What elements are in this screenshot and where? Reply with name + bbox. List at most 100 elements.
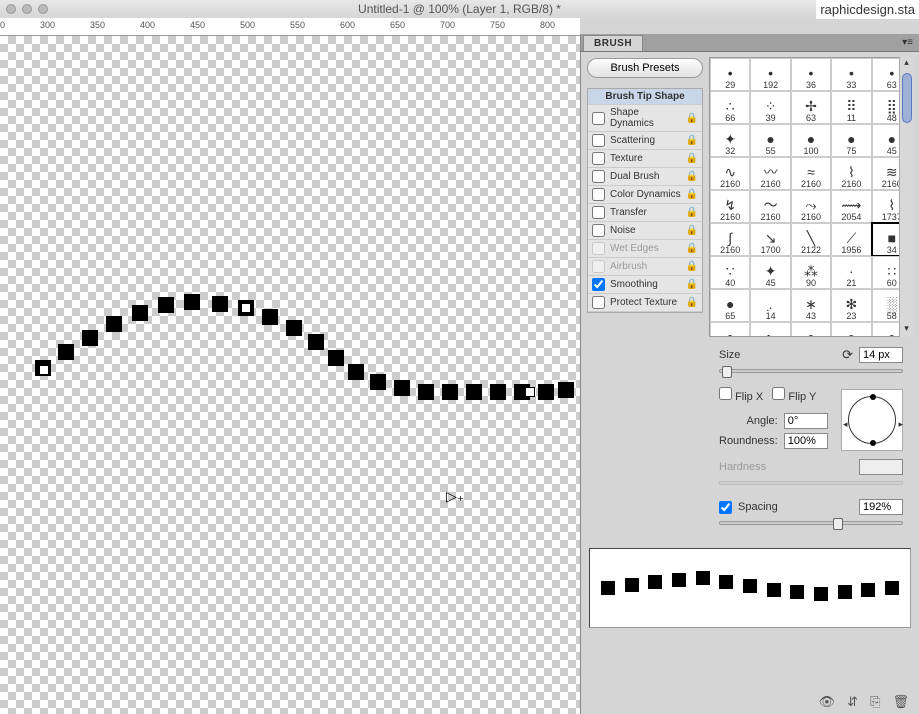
lock-icon[interactable]: 🔒 [686, 243, 698, 254]
brush-grid-scrollbar[interactable]: ▴ ▾ [899, 57, 913, 337]
flip-x-checkbox[interactable] [719, 387, 732, 400]
brush-swatch[interactable]: 〜2160 [750, 190, 790, 223]
brush-swatch[interactable]: ∗43 [791, 289, 831, 322]
brush-option-shape-dynamics[interactable]: Shape Dynamics🔒 [588, 105, 702, 132]
brush-swatch[interactable]: ≈2160 [791, 157, 831, 190]
brush-swatch[interactable]: ⌇2160 [831, 157, 871, 190]
size-input[interactable] [859, 347, 903, 363]
brush-option-wet-edges[interactable]: Wet Edges🔒 [588, 240, 702, 258]
brush-option-transfer[interactable]: Transfer🔒 [588, 204, 702, 222]
brush-swatch[interactable]: ●21 [791, 322, 831, 337]
brush-option-protect-texture[interactable]: Protect Texture🔒 [588, 294, 702, 312]
brush-swatch[interactable]: ⤳2160 [791, 190, 831, 223]
brush-option-color-dynamics[interactable]: Color Dynamics🔒 [588, 186, 702, 204]
brush-swatch[interactable]: 〰2160 [750, 157, 790, 190]
option-checkbox[interactable] [592, 278, 605, 291]
brush-swatch[interactable]: •36 [791, 58, 831, 91]
lock-icon[interactable]: 🔒 [686, 225, 698, 236]
brush-swatch[interactable]: ●75 [831, 124, 871, 157]
brush-swatch[interactable]: ⠿11 [831, 91, 871, 124]
brush-swatch[interactable]: ⁂90 [791, 256, 831, 289]
brush-swatch[interactable]: ✦45 [750, 256, 790, 289]
size-slider[interactable] [719, 369, 903, 373]
option-checkbox[interactable] [592, 112, 605, 125]
brush-swatch[interactable]: ↘1700 [750, 223, 790, 256]
trash-icon[interactable]: 🗑 [892, 694, 909, 710]
angle-widget[interactable]: ◂ ▸ [841, 389, 903, 451]
scrollbar-thumb[interactable] [902, 73, 912, 123]
path-anchor[interactable] [241, 303, 251, 313]
spacing-slider[interactable] [719, 521, 903, 525]
brush-swatch[interactable]: ╲2122 [791, 223, 831, 256]
brush-swatch[interactable]: •192 [750, 58, 790, 91]
brush-grid[interactable]: •29•192•36•33•63∴66⁘39✢63⠿11⣿48✦32●55●10… [709, 57, 913, 337]
option-checkbox[interactable] [592, 152, 605, 165]
brush-presets-button[interactable]: Brush Presets [587, 58, 703, 78]
brush-swatch[interactable]: •33 [831, 58, 871, 91]
lock-icon[interactable]: 🔒 [686, 171, 698, 182]
option-checkbox[interactable] [592, 134, 605, 147]
flip-y-checkbox[interactable] [772, 387, 785, 400]
brush-swatch[interactable]: ●65 [710, 289, 750, 322]
path-anchor[interactable] [39, 365, 49, 375]
brush-swatch[interactable]: ✻23 [831, 289, 871, 322]
lock-icon[interactable]: 🔒 [686, 279, 698, 290]
ruler-horizontal[interactable]: 0501001502002503003504004505005506006507… [0, 18, 580, 36]
brush-option-texture[interactable]: Texture🔒 [588, 150, 702, 168]
brush-swatch[interactable]: ∫2160 [710, 223, 750, 256]
scroll-up-icon[interactable]: ▴ [901, 57, 913, 71]
panel-menu-icon[interactable]: ▾≡ [902, 37, 913, 48]
reset-size-icon[interactable]: ⟳ [842, 347, 853, 363]
brush-swatch[interactable]: •29 [710, 58, 750, 91]
brush-swatch[interactable]: ⠂59 [750, 322, 790, 337]
new-brush-icon[interactable]: ⎘ [870, 694, 880, 710]
brush-swatch[interactable]: ⟿2054 [831, 190, 871, 223]
brush-swatch[interactable]: ↯2160 [710, 190, 750, 223]
lock-icon[interactable]: 🔒 [686, 261, 698, 272]
minimize-icon[interactable] [22, 4, 32, 14]
option-checkbox[interactable] [592, 170, 605, 183]
path-anchor[interactable] [525, 387, 535, 397]
brush-swatch[interactable]: .̣14 [750, 289, 790, 322]
option-checkbox[interactable] [592, 242, 605, 255]
option-checkbox[interactable] [592, 260, 605, 273]
brush-option-dual-brush[interactable]: Dual Brush🔒 [588, 168, 702, 186]
brush-option-smoothing[interactable]: Smoothing🔒 [588, 276, 702, 294]
angle-input[interactable] [784, 413, 828, 429]
lock-icon[interactable]: 🔒 [686, 135, 698, 146]
roundness-input[interactable] [784, 433, 828, 449]
brush-swatch[interactable]: ⁘39 [750, 91, 790, 124]
option-checkbox[interactable] [592, 224, 605, 237]
brush-swatch[interactable]: ●55 [750, 124, 790, 157]
lock-icon[interactable]: 🔒 [686, 153, 698, 164]
swap-icon[interactable]: ⇵ [847, 694, 858, 710]
zoom-icon[interactable] [38, 4, 48, 14]
brush-option-airbrush[interactable]: Airbrush🔒 [588, 258, 702, 276]
brush-swatch[interactable]: ✦32 [710, 124, 750, 157]
brush-swatch[interactable]: ∿2160 [710, 157, 750, 190]
scroll-down-icon[interactable]: ▾ [901, 323, 913, 337]
toggle-preview-icon[interactable]: 👁 [819, 694, 836, 710]
lock-icon[interactable]: 🔒 [686, 207, 698, 218]
lock-icon[interactable]: 🔒 [686, 113, 698, 124]
brush-swatch[interactable]: ●75 [710, 322, 750, 337]
option-checkbox[interactable] [592, 296, 605, 309]
document-canvas[interactable]: ▷₊ [0, 36, 580, 714]
brush-swatch[interactable]: ✢63 [791, 91, 831, 124]
brush-swatch[interactable]: ●25 [831, 322, 871, 337]
brush-swatch[interactable]: ·21 [831, 256, 871, 289]
brush-swatch[interactable]: ∵40 [710, 256, 750, 289]
option-checkbox[interactable] [592, 206, 605, 219]
brush-option-noise[interactable]: Noise🔒 [588, 222, 702, 240]
brush-option-scattering[interactable]: Scattering🔒 [588, 132, 702, 150]
spacing-input[interactable] [859, 499, 903, 515]
option-checkbox[interactable] [592, 188, 605, 201]
lock-icon[interactable]: 🔒 [686, 189, 698, 200]
spacing-checkbox[interactable] [719, 501, 732, 514]
brush-swatch[interactable]: ⟋1956 [831, 223, 871, 256]
brush-swatch[interactable]: ●100 [791, 124, 831, 157]
lock-icon[interactable]: 🔒 [686, 297, 698, 308]
tab-brush[interactable]: BRUSH [583, 35, 643, 51]
brush-swatch[interactable]: ∴66 [710, 91, 750, 124]
close-icon[interactable] [6, 4, 16, 14]
